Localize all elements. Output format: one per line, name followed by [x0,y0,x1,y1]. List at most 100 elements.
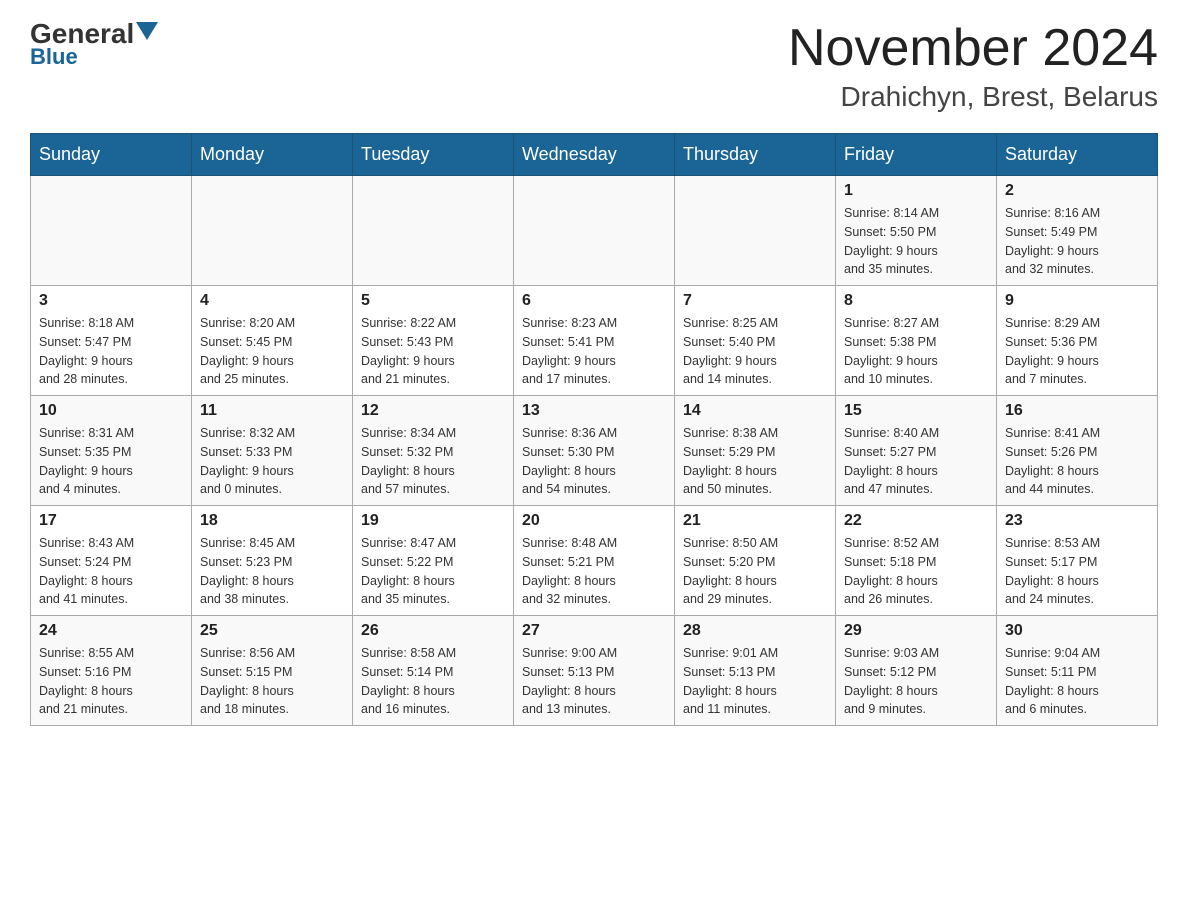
header-saturday: Saturday [997,134,1158,176]
page-header: General Blue November 2024 Drahichyn, Br… [30,20,1158,113]
calendar-cell-0-0 [31,176,192,286]
day-number: 6 [522,292,666,310]
calendar-cell-4-2: 26 Sunrise: 8:58 AM Sunset: 5:14 PM Dayli… [353,616,514,726]
day-number: 19 [361,512,505,530]
calendar-row-1: 3 Sunrise: 8:18 AM Sunset: 5:47 PM Daylig… [31,286,1158,396]
calendar-cell-3-3: 20Sunrise: 8:48 AM Sunset: 5:21 PM Dayli… [514,506,675,616]
calendar-cell-0-6: 2Sunrise: 8:16 AM Sunset: 5:49 PM Daylig… [997,176,1158,286]
day-info: Sunrise: 8:20 AM Sunset: 5:45 PM Dayligh… [200,314,344,389]
day-number: 12 [361,402,505,420]
calendar-cell-3-4: 21 Sunrise: 8:50 AM Sunset: 5:20 PM Dayli… [675,506,836,616]
header-wednesday: Wednesday [514,134,675,176]
calendar-row-3: 17 Sunrise: 8:43 AM Sunset: 5:24 PM Dayli… [31,506,1158,616]
calendar-cell-1-3: 6 Sunrise: 8:23 AM Sunset: 5:41 PM Daylig… [514,286,675,396]
calendar-row-4: 24Sunrise: 8:55 AM Sunset: 5:16 PM Dayli… [31,616,1158,726]
calendar-cell-3-5: 22 Sunrise: 8:52 AM Sunset: 5:18 PM Dayli… [836,506,997,616]
calendar-cell-3-1: 18 Sunrise: 8:45 AM Sunset: 5:23 PM Dayli… [192,506,353,616]
day-number: 16 [1005,402,1149,420]
day-number: 28 [683,622,827,640]
calendar-cell-4-6: 30Sunrise: 9:04 AM Sunset: 5:11 PM Dayli… [997,616,1158,726]
day-info: Sunrise: 8:14 AM Sunset: 5:50 PM Dayligh… [844,204,988,279]
day-info: Sunrise: 8:31 AM Sunset: 5:35 PM Dayligh… [39,424,183,499]
day-number: 13 [522,402,666,420]
day-info: Sunrise: 8:29 AM Sunset: 5:36 PM Dayligh… [1005,314,1149,389]
header-thursday: Thursday [675,134,836,176]
calendar-title: November 2024 [788,20,1158,77]
logo: General Blue [30,20,158,70]
header-sunday: Sunday [31,134,192,176]
logo-blue-text: Blue [30,44,78,70]
calendar-cell-4-4: 28 Sunrise: 9:01 AM Sunset: 5:13 PM Dayli… [675,616,836,726]
header-monday: Monday [192,134,353,176]
weekday-header-row: Sunday Monday Tuesday Wednesday Thursday… [31,134,1158,176]
day-number: 15 [844,402,988,420]
calendar-cell-2-5: 15 Sunrise: 8:40 AM Sunset: 5:27 PM Dayli… [836,396,997,506]
calendar-cell-3-6: 23 Sunrise: 8:53 AM Sunset: 5:17 PM Dayli… [997,506,1158,616]
title-block: November 2024 Drahichyn, Brest, Belarus [788,20,1158,113]
day-info: Sunrise: 8:58 AM Sunset: 5:14 PM Dayligh… [361,644,505,719]
day-info: Sunrise: 8:41 AM Sunset: 5:26 PM Dayligh… [1005,424,1149,499]
calendar-cell-1-2: 5Sunrise: 8:22 AM Sunset: 5:43 PM Daylig… [353,286,514,396]
day-number: 3 [39,292,183,310]
header-tuesday: Tuesday [353,134,514,176]
calendar-cell-2-6: 16 Sunrise: 8:41 AM Sunset: 5:26 PM Dayli… [997,396,1158,506]
calendar-subtitle: Drahichyn, Brest, Belarus [788,81,1158,113]
calendar-cell-2-2: 12 Sunrise: 8:34 AM Sunset: 5:32 PM Dayli… [353,396,514,506]
calendar-cell-4-3: 27Sunrise: 9:00 AM Sunset: 5:13 PM Dayli… [514,616,675,726]
day-info: Sunrise: 8:25 AM Sunset: 5:40 PM Dayligh… [683,314,827,389]
day-info: Sunrise: 8:23 AM Sunset: 5:41 PM Dayligh… [522,314,666,389]
day-number: 11 [200,402,344,420]
day-number: 14 [683,402,827,420]
day-info: Sunrise: 8:43 AM Sunset: 5:24 PM Dayligh… [39,534,183,609]
calendar-cell-0-3 [514,176,675,286]
calendar-cell-1-4: 7 Sunrise: 8:25 AM Sunset: 5:40 PM Daylig… [675,286,836,396]
day-number: 8 [844,292,988,310]
day-number: 17 [39,512,183,530]
day-number: 23 [1005,512,1149,530]
day-number: 10 [39,402,183,420]
day-info: Sunrise: 8:18 AM Sunset: 5:47 PM Dayligh… [39,314,183,389]
day-info: Sunrise: 8:45 AM Sunset: 5:23 PM Dayligh… [200,534,344,609]
day-number: 7 [683,292,827,310]
day-number: 21 [683,512,827,530]
day-info: Sunrise: 9:03 AM Sunset: 5:12 PM Dayligh… [844,644,988,719]
day-number: 20 [522,512,666,530]
calendar-cell-2-4: 14 Sunrise: 8:38 AM Sunset: 5:29 PM Dayli… [675,396,836,506]
day-number: 4 [200,292,344,310]
calendar-cell-0-2 [353,176,514,286]
calendar-cell-4-1: 25 Sunrise: 8:56 AM Sunset: 5:15 PM Dayli… [192,616,353,726]
header-friday: Friday [836,134,997,176]
day-info: Sunrise: 8:36 AM Sunset: 5:30 PM Dayligh… [522,424,666,499]
day-info: Sunrise: 8:40 AM Sunset: 5:27 PM Dayligh… [844,424,988,499]
day-info: Sunrise: 9:00 AM Sunset: 5:13 PM Dayligh… [522,644,666,719]
day-info: Sunrise: 9:01 AM Sunset: 5:13 PM Dayligh… [683,644,827,719]
day-info: Sunrise: 8:53 AM Sunset: 5:17 PM Dayligh… [1005,534,1149,609]
day-number: 22 [844,512,988,530]
day-info: Sunrise: 8:52 AM Sunset: 5:18 PM Dayligh… [844,534,988,609]
day-number: 5 [361,292,505,310]
calendar-cell-2-0: 10 Sunrise: 8:31 AM Sunset: 5:35 PM Dayli… [31,396,192,506]
day-number: 18 [200,512,344,530]
calendar-cell-0-4 [675,176,836,286]
day-info: Sunrise: 8:50 AM Sunset: 5:20 PM Dayligh… [683,534,827,609]
calendar-cell-4-0: 24Sunrise: 8:55 AM Sunset: 5:16 PM Dayli… [31,616,192,726]
day-info: Sunrise: 8:47 AM Sunset: 5:22 PM Dayligh… [361,534,505,609]
calendar-table: Sunday Monday Tuesday Wednesday Thursday… [30,133,1158,726]
calendar-cell-1-5: 8Sunrise: 8:27 AM Sunset: 5:38 PM Daylig… [836,286,997,396]
day-info: Sunrise: 8:38 AM Sunset: 5:29 PM Dayligh… [683,424,827,499]
day-info: Sunrise: 8:16 AM Sunset: 5:49 PM Dayligh… [1005,204,1149,279]
calendar-cell-1-6: 9Sunrise: 8:29 AM Sunset: 5:36 PM Daylig… [997,286,1158,396]
day-info: Sunrise: 8:56 AM Sunset: 5:15 PM Dayligh… [200,644,344,719]
calendar-cell-2-3: 13 Sunrise: 8:36 AM Sunset: 5:30 PM Dayli… [514,396,675,506]
calendar-cell-0-5: 1 Sunrise: 8:14 AM Sunset: 5:50 PM Daylig… [836,176,997,286]
logo-triangle-icon [136,22,158,44]
calendar-cell-1-1: 4 Sunrise: 8:20 AM Sunset: 5:45 PM Daylig… [192,286,353,396]
calendar-row-2: 10 Sunrise: 8:31 AM Sunset: 5:35 PM Dayli… [31,396,1158,506]
calendar-cell-3-2: 19 Sunrise: 8:47 AM Sunset: 5:22 PM Dayli… [353,506,514,616]
day-info: Sunrise: 8:34 AM Sunset: 5:32 PM Dayligh… [361,424,505,499]
day-number: 26 [361,622,505,640]
day-number: 1 [844,182,988,200]
day-info: Sunrise: 8:32 AM Sunset: 5:33 PM Dayligh… [200,424,344,499]
calendar-cell-0-1 [192,176,353,286]
day-number: 25 [200,622,344,640]
